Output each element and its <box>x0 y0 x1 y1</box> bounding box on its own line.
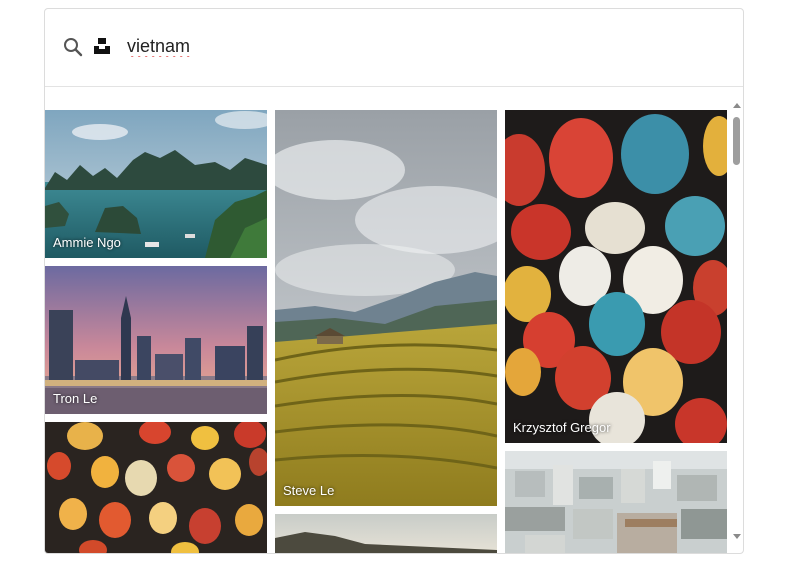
unsplash-logo-icon <box>93 37 111 55</box>
lanterns-image <box>45 422 267 553</box>
photo-gallery: Ammie Ngo Tron Le Steve Le Krzysztof Gre… <box>45 87 743 553</box>
photo-credit[interactable]: Steve Le <box>283 483 334 498</box>
search-bar <box>45 9 743 87</box>
scroll-up-arrow-icon[interactable] <box>733 103 741 108</box>
photo-card[interactable] <box>275 514 497 553</box>
search-input[interactable] <box>127 31 687 61</box>
photo-card[interactable]: Krzysztof Gregor <box>505 110 727 443</box>
photo-credit[interactable]: Krzysztof Gregor <box>513 420 611 435</box>
photo-card[interactable]: Tron Le <box>45 266 267 414</box>
misty-hills-image <box>275 514 497 553</box>
city-aerial-image <box>505 451 727 553</box>
photo-card[interactable] <box>45 422 267 553</box>
photo-card[interactable]: Steve Le <box>275 110 497 506</box>
scroll-down-arrow-icon[interactable] <box>733 534 741 539</box>
search-icon[interactable] <box>63 37 83 57</box>
rice-terraces-image <box>275 110 497 506</box>
photo-credit[interactable]: Tron Le <box>53 391 97 406</box>
photo-card[interactable] <box>505 451 727 553</box>
photo-credit[interactable]: Ammie Ngo <box>53 235 121 250</box>
hoi-an-lanterns-image <box>505 110 727 443</box>
image-search-panel: Ammie Ngo <box>44 8 744 554</box>
photo-card[interactable]: Ammie Ngo <box>45 110 267 258</box>
scrollbar-thumb[interactable] <box>733 117 740 165</box>
scrollbar[interactable] <box>731 101 743 541</box>
